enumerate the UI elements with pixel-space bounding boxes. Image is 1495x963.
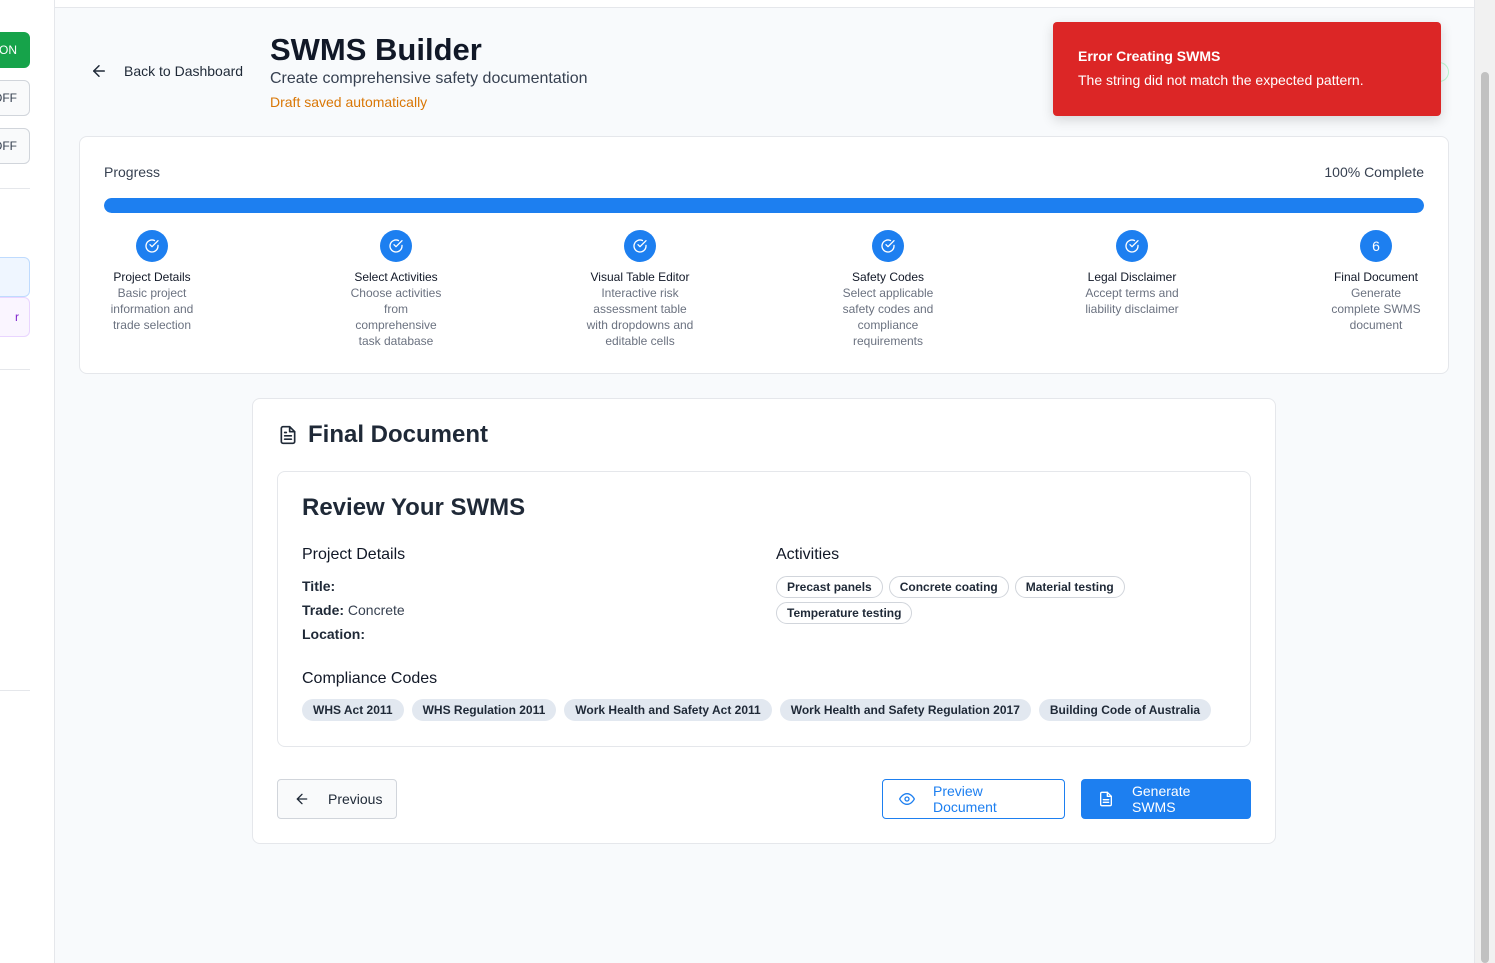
check-circle-icon: [872, 230, 904, 262]
sidebar-card[interactable]: r: [0, 297, 30, 337]
previous-label: Previous: [328, 791, 383, 807]
draft-status: Draft saved automatically: [270, 94, 428, 110]
activity-badge: Concrete coating: [888, 576, 1009, 598]
step-description: Generate complete SWMS document: [1331, 286, 1421, 332]
progress-card: Progress 100% Complete Project Details B…: [79, 136, 1449, 374]
code-badge: WHS Regulation 2011: [411, 699, 557, 721]
check-circle-icon: [380, 230, 412, 262]
scrollbar-thumb[interactable]: [1481, 72, 1489, 963]
toast-title: Error Creating SWMS: [1078, 48, 1221, 64]
step-safety-codes[interactable]: Safety Codes Select applicable safety co…: [838, 230, 938, 349]
sidebar-divider: [0, 690, 30, 691]
compliance-codes-heading: Compliance Codes: [302, 670, 438, 687]
progress-bar-fill: [104, 198, 1424, 213]
step-number: 6: [1360, 230, 1392, 262]
generate-label: Generate SWMS: [1132, 783, 1191, 815]
project-title-row: Title:: [302, 578, 335, 594]
file-text-icon: [1098, 791, 1114, 807]
compliance-codes-list: WHS Act 2011 WHS Regulation 2011 Work He…: [302, 699, 1242, 721]
project-trade-row: Trade: Concrete: [302, 602, 405, 618]
step-title: Safety Codes: [851, 270, 925, 284]
activities-heading: Activities: [776, 546, 840, 563]
step-description: Accept terms and liability disclaimer: [1085, 286, 1179, 316]
sidebar-divider: [0, 369, 30, 370]
review-title: Review Your SWMS: [302, 494, 526, 521]
code-badge: Work Health and Safety Regulation 2017: [779, 699, 1031, 721]
top-bar: [55, 0, 1474, 8]
step-title: Project Details: [113, 270, 191, 284]
eye-icon: [899, 791, 915, 807]
arrow-left-icon: [90, 62, 108, 80]
step-title: Legal Disclaimer: [1087, 270, 1177, 284]
generate-swms-button[interactable]: Generate SWMS: [1081, 779, 1251, 819]
back-label: Back to Dashboard: [124, 63, 244, 79]
title-label: Title:: [302, 578, 336, 594]
step-final-document[interactable]: 6 Final Document Generate complete SWMS …: [1326, 230, 1426, 333]
file-text-icon: [278, 425, 298, 445]
step-title: Select Activities: [354, 270, 438, 284]
step-title: Final Document: [1333, 270, 1419, 284]
step-select-activities[interactable]: Select Activities Choose activities from…: [346, 230, 446, 349]
page-subtitle: Create comprehensive safety documentatio…: [270, 70, 588, 87]
step-visual-table-editor[interactable]: Visual Table Editor Interactive risk ass…: [586, 230, 694, 349]
step-title: Visual Table Editor: [590, 270, 690, 284]
toggle-on-button[interactable]: ON: [0, 32, 30, 68]
toast-message: The string did not match the expected pa…: [1078, 72, 1364, 88]
step-description: Select applicable safety codes and compl…: [842, 286, 934, 348]
preview-document-button[interactable]: Preview Document: [882, 779, 1065, 819]
location-label: Location:: [302, 626, 365, 642]
back-to-dashboard-link[interactable]: Back to Dashboard: [90, 62, 243, 80]
previous-button[interactable]: Previous: [277, 779, 397, 819]
project-details-heading: Project Details: [302, 546, 406, 563]
toggle-off-button[interactable]: OFF: [0, 128, 30, 164]
page-title: SWMS Builder: [270, 32, 482, 67]
progress-bar: [104, 198, 1424, 213]
activity-badge: Precast panels: [776, 576, 883, 598]
check-circle-icon: [136, 230, 168, 262]
toggle-off-button[interactable]: OFF: [0, 80, 30, 116]
check-circle-icon: [624, 230, 656, 262]
arrow-left-icon: [294, 791, 310, 807]
code-badge: WHS Act 2011: [302, 699, 404, 721]
activity-badge: Temperature testing: [776, 602, 913, 624]
review-panel: Review Your SWMS Project Details Title: …: [277, 471, 1251, 747]
activities-list: Precast panels Concrete coating Material…: [776, 576, 1136, 624]
preview-label: Preview Document: [933, 783, 997, 815]
final-document-header: Final Document: [278, 421, 488, 449]
step-description: Interactive risk assessment table with d…: [586, 286, 694, 348]
sidebar: ON OFF OFF r: [0, 0, 55, 963]
final-document-title: Final Document: [308, 421, 489, 448]
final-document-card: Final Document Review Your SWMS Project …: [252, 398, 1276, 844]
code-badge: Building Code of Australia: [1038, 699, 1212, 721]
trade-label: Trade:: [302, 602, 345, 618]
progress-label: Progress: [104, 164, 161, 180]
sidebar-card[interactable]: [0, 257, 30, 297]
step-legal-disclaimer[interactable]: Legal Disclaimer Accept terms and liabil…: [1082, 230, 1182, 317]
step-description: Choose activities from comprehensive tas…: [350, 286, 442, 348]
trade-value: Concrete: [347, 602, 405, 618]
error-toast[interactable]: Error Creating SWMS The string did not m…: [1053, 22, 1441, 116]
project-location-row: Location:: [302, 626, 365, 642]
sidebar-divider: [0, 188, 30, 189]
scrollbar[interactable]: [1474, 0, 1495, 963]
progress-percent: 100% Complete: [1324, 164, 1424, 180]
check-circle-icon: [1116, 230, 1148, 262]
activity-badge: Material testing: [1014, 576, 1125, 598]
step-description: Basic project information and trade sele…: [110, 286, 194, 332]
code-badge: Work Health and Safety Act 2011: [564, 699, 772, 721]
step-project-details[interactable]: Project Details Basic project informatio…: [102, 230, 202, 333]
